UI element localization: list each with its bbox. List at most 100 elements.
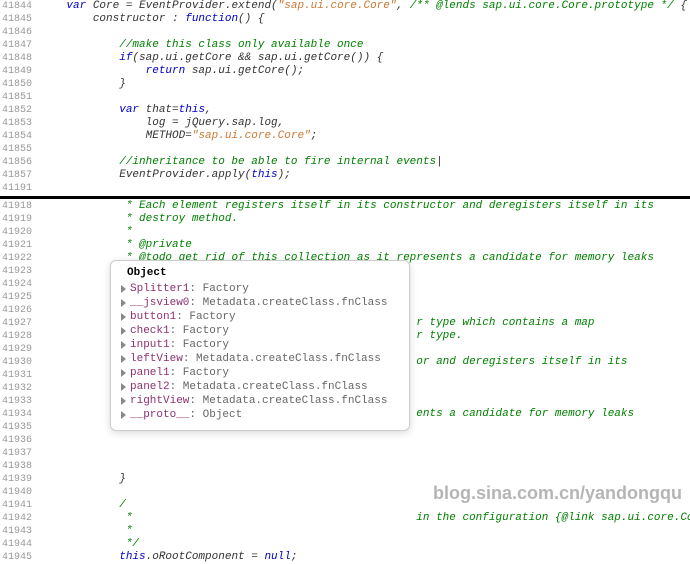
expand-triangle-icon[interactable] — [121, 355, 126, 363]
code-line[interactable]: 41844 var Core = EventProvider.extend("s… — [0, 0, 690, 13]
code-content[interactable] — [40, 460, 690, 473]
fold-gap-line: 41191 — [0, 182, 690, 195]
code-content[interactable]: this.oRootComponent = null; — [40, 551, 690, 564]
inspector-property-row[interactable]: panel2: Metadata.createClass.fnClass — [119, 380, 401, 394]
code-line[interactable]: 41945 this.oRootComponent = null; — [0, 551, 690, 564]
code-content[interactable] — [40, 143, 690, 156]
inspector-property-row[interactable]: input1: Factory — [119, 338, 401, 352]
code-line[interactable]: 41918 * Each element registers itself in… — [0, 200, 690, 213]
line-number: 41935 — [0, 421, 40, 434]
code-content[interactable]: * @private — [40, 239, 690, 252]
code-line[interactable]: 41850 } — [0, 78, 690, 91]
code-content[interactable]: METHOD="sap.ui.core.Core"; — [40, 130, 690, 143]
line-number: 41855 — [0, 143, 40, 156]
code-content[interactable]: var Core = EventProvider.extend("sap.ui.… — [40, 0, 690, 13]
code-content[interactable]: log = jQuery.sap.log, — [40, 117, 690, 130]
code-line[interactable]: 41853 log = jQuery.sap.log, — [0, 117, 690, 130]
code-content[interactable]: * in the configuration {@link sap.ui.cor… — [40, 512, 690, 525]
inspector-property-row[interactable]: leftView: Metadata.createClass.fnClass — [119, 352, 401, 366]
inspector-property-row[interactable]: __proto__: Object — [119, 408, 401, 422]
code-line[interactable]: 41921 * @private — [0, 239, 690, 252]
code-line[interactable]: 41919 * destroy method. — [0, 213, 690, 226]
expand-triangle-icon[interactable] — [121, 383, 126, 391]
code-content[interactable]: * — [40, 226, 690, 239]
line-number: 41930 — [0, 356, 40, 369]
code-line[interactable]: 41854 METHOD="sap.ui.core.Core"; — [0, 130, 690, 143]
property-key: panel1 — [130, 367, 170, 379]
line-number: 41925 — [0, 291, 40, 304]
line-number: 41853 — [0, 117, 40, 130]
code-content[interactable] — [40, 434, 690, 447]
code-line[interactable]: 41936 — [0, 434, 690, 447]
inspector-property-row[interactable]: button1: Factory — [119, 310, 401, 324]
line-number: 41933 — [0, 395, 40, 408]
line-number: 41844 — [0, 0, 40, 13]
code-line[interactable]: 41857 EventProvider.apply(this); — [0, 169, 690, 182]
code-line[interactable]: 41938 — [0, 460, 690, 473]
code-line[interactable]: 41943 * — [0, 525, 690, 538]
code-line[interactable]: 41845 constructor : function() { — [0, 13, 690, 26]
property-key: input1 — [130, 339, 170, 351]
code-line[interactable]: 41920 * — [0, 226, 690, 239]
code-content[interactable]: EventProvider.apply(this); — [40, 169, 690, 182]
line-number: 41847 — [0, 39, 40, 52]
code-content[interactable]: constructor : function() { — [40, 13, 690, 26]
code-content[interactable]: * Each element registers itself in its c… — [40, 200, 690, 213]
property-key: Splitter1 — [130, 283, 189, 295]
line-number: 41849 — [0, 65, 40, 78]
line-number: 41852 — [0, 104, 40, 117]
line-number: 41934 — [0, 408, 40, 421]
expand-triangle-icon[interactable] — [121, 369, 126, 377]
property-value: : Factory — [170, 339, 229, 351]
line-number: 41919 — [0, 213, 40, 226]
line-number: 41926 — [0, 304, 40, 317]
inspector-property-row[interactable]: __jsview0: Metadata.createClass.fnClass — [119, 296, 401, 310]
code-content[interactable]: */ — [40, 538, 690, 551]
expand-triangle-icon[interactable] — [121, 299, 126, 307]
property-value: : Metadata.createClass.fnClass — [189, 395, 387, 407]
code-line[interactable]: 41847 //make this class only available o… — [0, 39, 690, 52]
inspector-property-row[interactable]: Splitter1: Factory — [119, 282, 401, 296]
code-content[interactable]: var that=this, — [40, 104, 690, 117]
code-content[interactable] — [40, 26, 690, 39]
line-number: 41922 — [0, 252, 40, 265]
code-content[interactable] — [40, 447, 690, 460]
fold-divider — [0, 196, 690, 199]
code-line[interactable]: 41942 * in the configuration {@link sap.… — [0, 512, 690, 525]
code-line[interactable]: 41849 return sap.ui.getCore(); — [0, 65, 690, 78]
code-line[interactable]: 41856 //inheritance to be able to fire i… — [0, 156, 690, 169]
property-key: panel2 — [130, 381, 170, 393]
expand-triangle-icon[interactable] — [121, 411, 126, 419]
code-line[interactable]: 41852 var that=this, — [0, 104, 690, 117]
expand-triangle-icon[interactable] — [121, 313, 126, 321]
code-line[interactable]: 41944 */ — [0, 538, 690, 551]
code-content[interactable] — [40, 91, 690, 104]
code-content[interactable]: return sap.ui.getCore(); — [40, 65, 690, 78]
expand-triangle-icon[interactable] — [121, 397, 126, 405]
expand-triangle-icon[interactable] — [121, 285, 126, 293]
inspector-property-row[interactable]: panel1: Factory — [119, 366, 401, 380]
code-content[interactable]: //make this class only available once — [40, 39, 690, 52]
code-content[interactable]: } — [40, 78, 690, 91]
line-number: 41857 — [0, 169, 40, 182]
property-key: __proto__ — [130, 409, 189, 421]
line-number: 41918 — [0, 200, 40, 213]
inspector-property-row[interactable]: check1: Factory — [119, 324, 401, 338]
line-number: 41923 — [0, 265, 40, 278]
code-line[interactable]: 41855 — [0, 143, 690, 156]
code-content[interactable]: //inheritance to be able to fire interna… — [40, 156, 690, 169]
expand-triangle-icon[interactable] — [121, 341, 126, 349]
code-line[interactable]: 41846 — [0, 26, 690, 39]
line-number: 41846 — [0, 26, 40, 39]
line-number: 41848 — [0, 52, 40, 65]
line-number: 41845 — [0, 13, 40, 26]
inspector-property-row[interactable]: rightView: Metadata.createClass.fnClass — [119, 394, 401, 408]
code-line[interactable]: 41848 if(sap.ui.getCore && sap.ui.getCor… — [0, 52, 690, 65]
code-content[interactable]: if(sap.ui.getCore && sap.ui.getCore()) { — [40, 52, 690, 65]
code-content[interactable]: * — [40, 525, 690, 538]
object-inspector-tooltip[interactable]: Object Splitter1: Factory__jsview0: Meta… — [110, 260, 410, 431]
code-line[interactable]: 41937 — [0, 447, 690, 460]
code-content[interactable]: * destroy method. — [40, 213, 690, 226]
expand-triangle-icon[interactable] — [121, 327, 126, 335]
code-line[interactable]: 41851 — [0, 91, 690, 104]
